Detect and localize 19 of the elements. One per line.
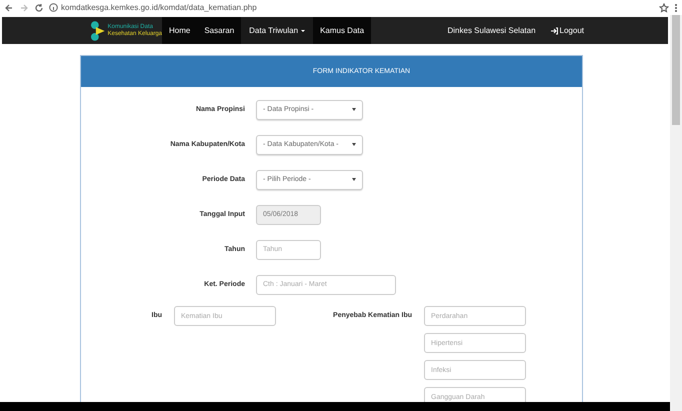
reload-icon[interactable] — [34, 2, 44, 12]
nav-link[interactable]: Data Triwulan — [241, 17, 314, 44]
logout-link[interactable]: Logout — [550, 17, 584, 44]
info-icon[interactable] — [49, 3, 58, 12]
address-bar[interactable]: komdatkesga.kemkes.go.id/komdat/data_kematian.php — [49, 2, 654, 14]
nav-link[interactable]: Sasaran — [197, 17, 242, 44]
nav-link[interactable]: Home — [162, 17, 198, 44]
logout-icon[interactable] — [550, 26, 558, 34]
back-icon[interactable] — [4, 2, 14, 12]
url-text: komdatkesga.kemkes.go.id/komdat/data_kematian.php — [61, 3, 257, 12]
caret-icon — [352, 178, 356, 181]
nav-link[interactable]: Kamus Data — [313, 17, 372, 44]
scrollbar-thumb[interactable] — [672, 15, 680, 125]
star-icon[interactable] — [659, 2, 669, 12]
menu-icon[interactable] — [674, 2, 678, 12]
caret-icon — [352, 108, 356, 111]
logo-icon[interactable] — [90, 18, 106, 42]
user-name: Dinkes Sulawesi Selatan — [447, 26, 536, 35]
caret-icon — [352, 143, 356, 146]
